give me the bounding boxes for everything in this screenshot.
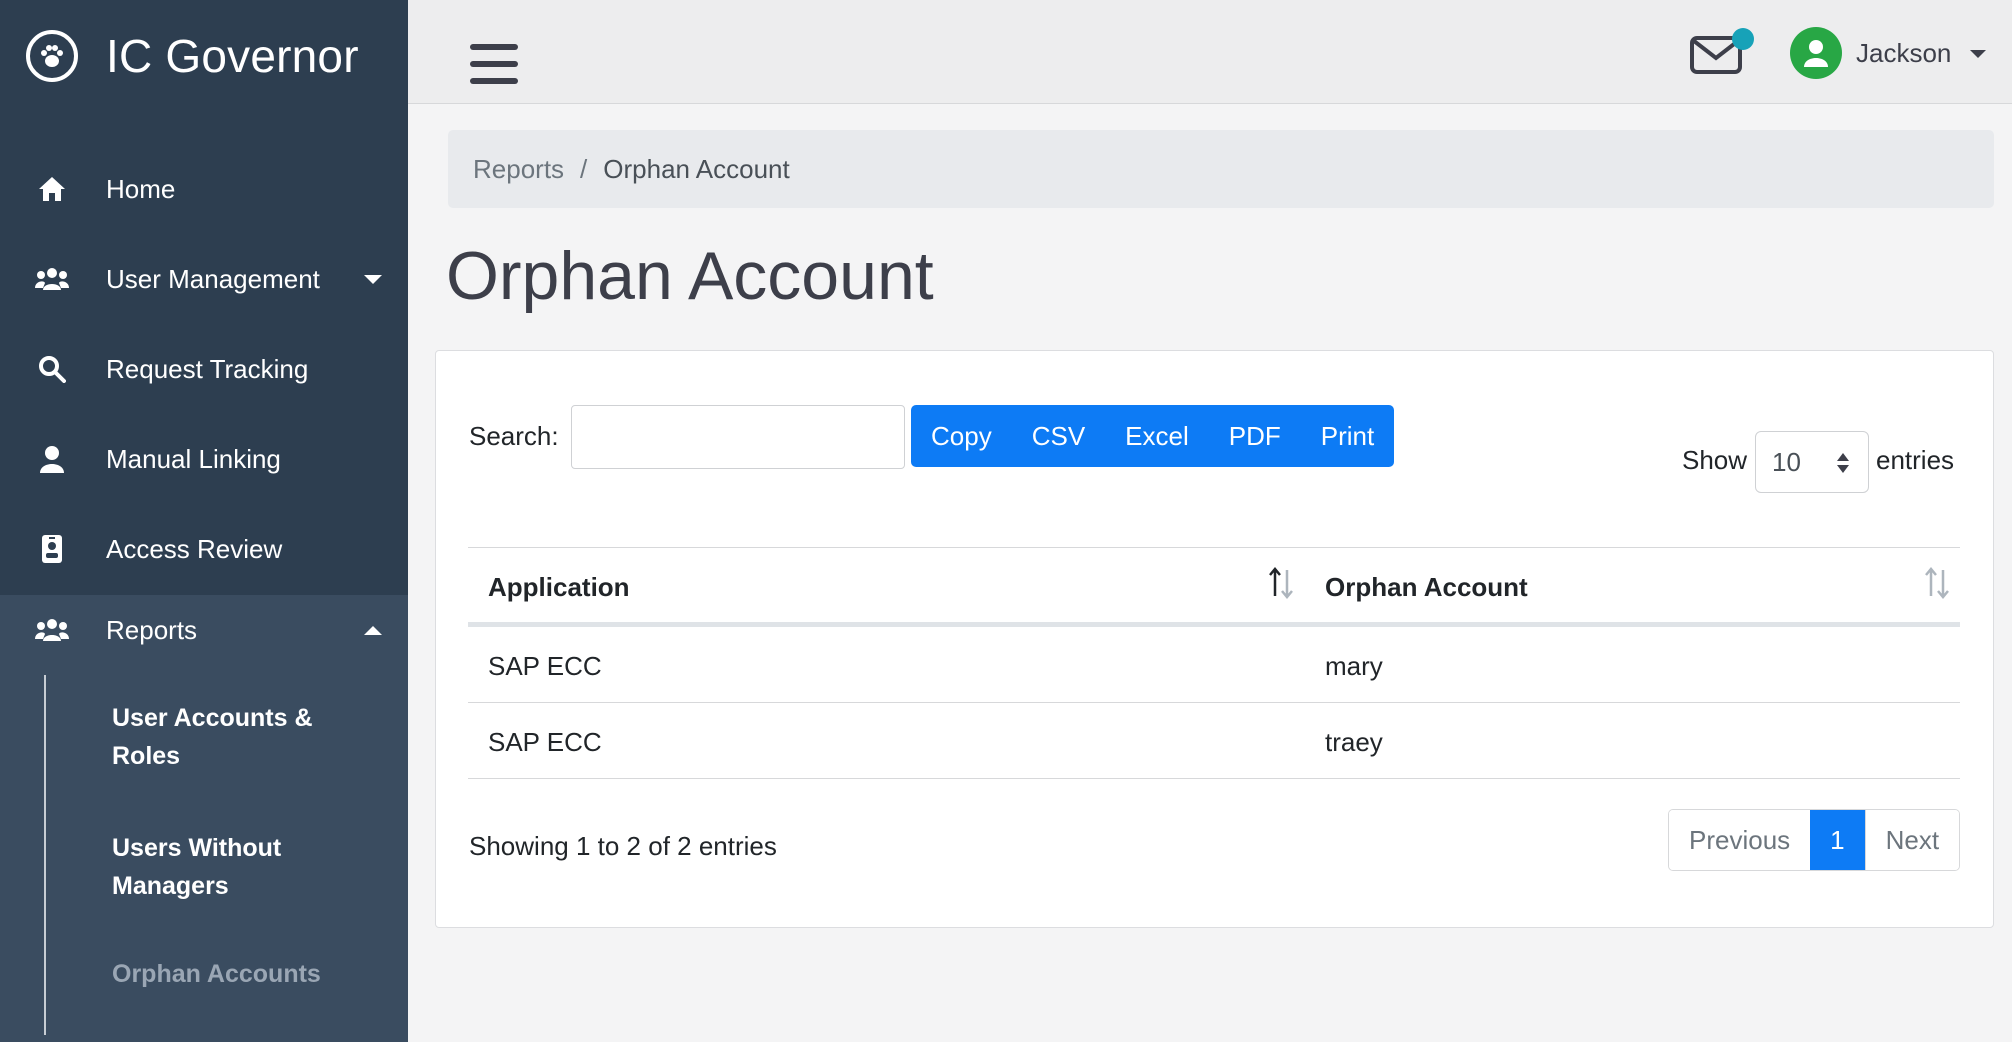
sidebar-subitem-users-without-managers[interactable]: Users Without Managers (112, 829, 372, 905)
sidebar-item-home[interactable]: Home (0, 144, 408, 234)
sidebar-item-label: Access Review (106, 533, 283, 564)
brand[interactable]: IC Governor (0, 0, 408, 112)
sidebar-item-access-review[interactable]: Access Review (0, 504, 408, 594)
sidebar-item-reports[interactable]: Reports (0, 595, 408, 665)
table-row: SAP ECC mary (468, 627, 1960, 703)
sidebar-item-user-management[interactable]: User Management (0, 234, 408, 324)
users-icon (34, 612, 70, 648)
sidebar-item-label: Reports (106, 614, 198, 645)
copy-button[interactable]: Copy (911, 405, 1012, 467)
page-length-select[interactable]: 10 (1755, 431, 1869, 493)
csv-button[interactable]: CSV (1012, 405, 1105, 467)
pdf-button[interactable]: PDF (1209, 405, 1301, 467)
sidebar: IC Governor Home User Management Request… (0, 0, 408, 1042)
excel-button[interactable]: Excel (1105, 405, 1209, 467)
breadcrumb-separator: / (580, 153, 588, 184)
show-label: Show (1682, 445, 1748, 475)
table-header-row: Application Orphan Account (468, 547, 1960, 627)
search-input[interactable] (571, 405, 905, 469)
sidebar-item-label: Request Tracking (106, 353, 309, 384)
column-header-orphan-account[interactable]: Orphan Account (1325, 572, 1528, 603)
table-cell-orphan-account: mary (1325, 651, 1383, 681)
user-menu-name[interactable]: Jackson (1856, 38, 1951, 69)
next-page-button[interactable]: Next (1864, 810, 1960, 870)
search-label: Search: (469, 421, 559, 451)
sidebar-item-manual-linking[interactable]: Manual Linking (0, 414, 408, 504)
table-cell-application: SAP ECC (488, 727, 602, 757)
id-badge-icon (34, 531, 70, 567)
users-icon (34, 261, 70, 297)
sidebar-item-label: Home (106, 173, 176, 204)
previous-page-button[interactable]: Previous (1669, 810, 1811, 870)
sort-icon[interactable] (1924, 566, 1950, 600)
brand-title: IC Governor (106, 30, 359, 82)
sort-icon[interactable] (1268, 566, 1294, 600)
page-length-value: 10 (1772, 446, 1801, 477)
paw-icon (26, 30, 78, 82)
breadcrumb-current: Orphan Account (603, 153, 790, 184)
page-title: Orphan Account (446, 238, 934, 314)
home-icon (34, 171, 70, 207)
sidebar-subitem-user-accounts-roles[interactable]: User Accounts & Roles (112, 699, 372, 775)
chevron-down-icon[interactable] (1970, 50, 1986, 58)
sort-arrows-icon (1837, 453, 1849, 473)
table-cell-orphan-account: traey (1325, 727, 1383, 757)
table-row: SAP ECC traey (468, 703, 1960, 779)
table-cell-application: SAP ECC (488, 651, 602, 681)
sidebar-reports-section: Reports User Accounts & Roles Users With… (0, 595, 408, 1042)
sidebar-nav: Home User Management Request Tracking Ma… (0, 144, 408, 594)
page-1-button[interactable]: 1 (1810, 810, 1865, 870)
orphan-account-table: Application Orphan Account SAP ECC mary … (468, 547, 1960, 779)
user-icon (34, 441, 70, 477)
notification-badge (1732, 28, 1754, 50)
topbar: Jackson (408, 0, 2012, 104)
submenu-divider (44, 675, 46, 1035)
sidebar-item-label: User Management (106, 263, 320, 294)
sidebar-item-label: Manual Linking (106, 443, 281, 474)
column-header-application[interactable]: Application (488, 572, 630, 603)
menu-toggle-icon[interactable] (470, 44, 518, 84)
breadcrumb: Reports / Orphan Account (448, 130, 1994, 208)
sidebar-item-request-tracking[interactable]: Request Tracking (0, 324, 408, 414)
chevron-down-icon (364, 275, 382, 284)
table-info: Showing 1 to 2 of 2 entries (469, 831, 777, 861)
chevron-up-icon (364, 626, 382, 635)
avatar[interactable] (1790, 27, 1842, 79)
datatable-card: Search: Copy CSV Excel PDF Print Show 10… (435, 350, 1994, 928)
pagination: Previous 1 Next (1668, 809, 1961, 871)
breadcrumb-link-reports[interactable]: Reports (473, 154, 564, 185)
entries-label: entries (1876, 445, 1955, 475)
sidebar-subitem-orphan-accounts[interactable]: Orphan Accounts (112, 955, 372, 993)
export-button-group: Copy CSV Excel PDF Print (911, 405, 1395, 467)
print-button[interactable]: Print (1301, 405, 1394, 467)
search-icon (34, 351, 70, 387)
